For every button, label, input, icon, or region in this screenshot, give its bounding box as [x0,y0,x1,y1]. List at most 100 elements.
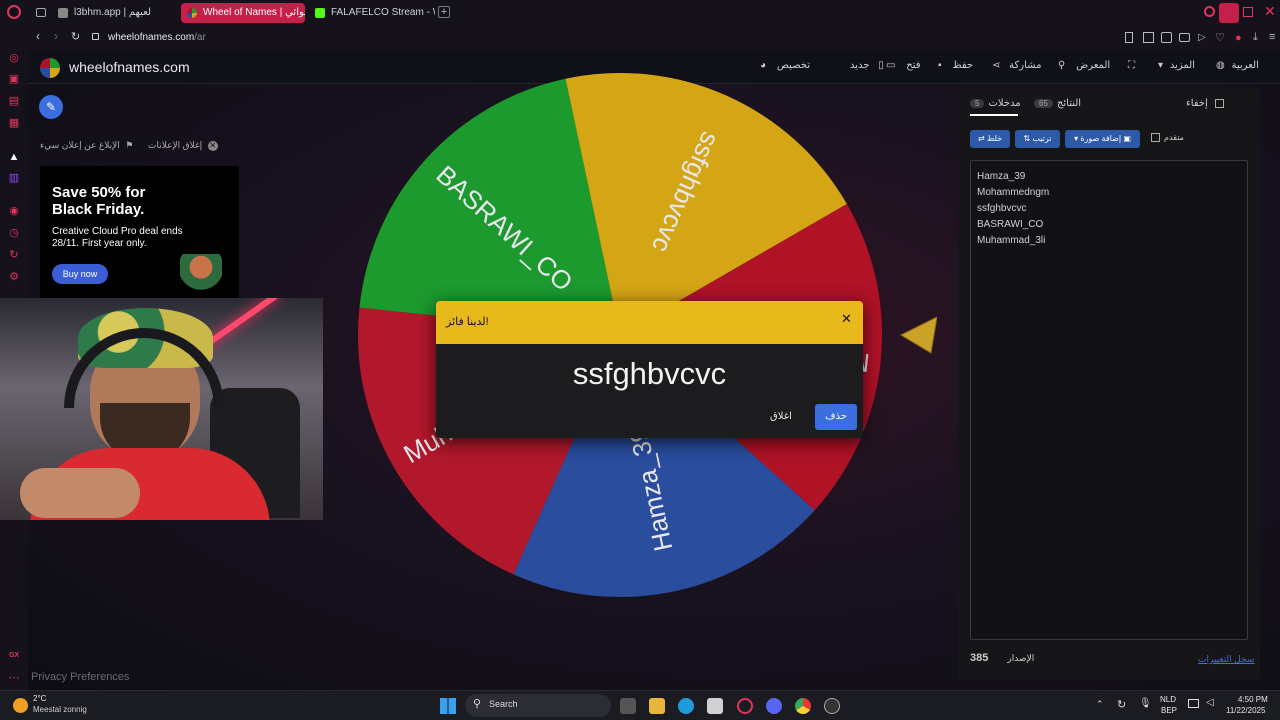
close-window-button[interactable]: ✕ [1264,3,1276,20]
opera-menu-icon[interactable] [7,5,21,19]
keyboard-lang-1[interactable]: NLD [1160,695,1176,704]
reload-icon[interactable]: ↻ [71,30,80,43]
obs-icon[interactable] [824,698,840,714]
download-icon[interactable]: ⤓ [1253,31,1258,44]
nav-language[interactable]: ◍ العربية [1216,60,1259,71]
dialog-close-button[interactable]: اغلاق [770,411,792,422]
wheel-pointer-icon [899,316,937,354]
hide-checkbox[interactable]: إخفاء [1186,98,1224,109]
ad-cta-button[interactable]: Buy now [52,264,108,284]
discord-icon[interactable] [766,698,782,714]
tab-results[interactable]: 65 النتائج [1034,98,1081,109]
nav-open[interactable]: ▭ فتح [886,60,921,71]
tab-entries[interactable]: 5 مدخلات [970,98,1021,109]
url-field[interactable]: wheelofnames.com/ar [108,30,608,46]
arc-icon[interactable]: ▲ [8,151,20,163]
weather-sun-icon[interactable] [13,698,28,713]
entries-textarea[interactable]: Hamza_39 Mohammedngm ssfghbvcvc BASRAWI_… [970,160,1248,640]
checkbox-icon [1214,98,1224,108]
ad-body: Creative Cloud Pro deal ends 28/11. Firs… [52,226,183,249]
shopping-icon[interactable]: ▣ [8,73,20,85]
version-info: 385 الإصدار [970,652,1035,664]
l3bhm-favicon-icon [58,8,68,18]
nav-more[interactable]: ▾ المزيد [1158,60,1195,71]
address-bar: ‹ › ↻ wheelofnames.com/ar ▷ ♡ ● ⤓ ≡ [28,26,1280,50]
image-icon: ▣ [1123,134,1131,143]
more-sidebar-icon[interactable]: ⋯ [8,672,20,684]
tab-menu-icon[interactable] [36,8,46,17]
tray-chevron-icon[interactable]: ⌃ [1096,699,1104,710]
changelog-link[interactable]: سجل التغييرات [1198,654,1254,665]
forward-icon[interactable]: › [54,29,58,43]
tray-mic-icon[interactable]: 🎙︎ [1139,698,1152,709]
tab-wheel-of-names[interactable]: Wheel of Names | عشوائي [181,3,305,23]
tab-falafelco-stream[interactable]: FALAFELCO Stream - Wat [309,3,435,23]
advertisement[interactable]: Save 50% for Black Friday. Creative Clou… [40,166,239,298]
add-image-button[interactable]: ▾ إضافة صورة ▣ [1065,130,1140,148]
snapshot-icon[interactable] [1143,32,1154,43]
minimize-button[interactable] [1219,3,1239,23]
privacy-preferences-link[interactable]: Privacy Preferences [31,671,129,683]
account-icon[interactable]: ● [1235,32,1242,44]
winner-name: ssfghbvcvc [572,356,727,391]
entry-item: ssfghbvcvc [977,203,1027,214]
nav-share[interactable]: ⋖ مشاركة [992,60,1041,71]
fullscreen-icon[interactable]: ⛶ [1128,60,1135,71]
taskbar-search[interactable]: ⚲ Search [465,694,611,717]
new-tab-icon[interactable]: + [438,6,450,18]
gx-icon[interactable]: GX [8,650,20,662]
network-icon[interactable] [1188,699,1199,708]
shuffle-button[interactable]: ⇄ خلط [970,130,1010,148]
advanced-checkbox[interactable]: متقدم [1151,133,1184,143]
weather-temp: 2°C [33,694,47,703]
close-ads-link[interactable]: إغلاق الإعلانات ✕ [148,140,218,151]
site-logo-text[interactable]: wheelofnames.com [69,59,190,75]
entry-item: Hamza_39 [977,171,1026,182]
clock-time[interactable]: 4:50 PM [1238,695,1268,704]
checkbox-icon [1151,133,1160,143]
back-icon[interactable]: ‹ [36,29,40,43]
close-dialog-icon[interactable]: ✕ [841,311,852,327]
chrome-icon[interactable] [795,698,811,714]
nav-gallery[interactable]: ⚲ المعرض [1058,60,1110,71]
task-view-icon[interactable] [620,698,636,714]
shuffle-icon: ⇄ [977,134,985,143]
edit-pencil-button[interactable]: ✎ [39,95,63,119]
report-ad-link[interactable]: الإبلاغ عن إعلان سيء ⚑ [40,140,133,151]
tray-sync-icon[interactable]: ↻ [1117,698,1126,711]
windows-start-icon[interactable] [440,698,456,714]
opera-gx-icon[interactable] [737,698,753,714]
nav-save[interactable]: ▪ حفظ [938,60,973,71]
easy-setup-icon[interactable]: ≡ [1269,31,1275,43]
play-icon[interactable]: ▷ [1198,32,1206,43]
settings-icon[interactable]: ⚙ [8,271,20,283]
tab-l3bhm[interactable]: l3bhm.app | لعبهم [52,3,178,23]
extensions-icon[interactable]: ↻ [8,249,20,261]
ad-headline: Save 50% for Black Friday. [52,184,146,218]
sort-button[interactable]: ⇅ ترتيب [1015,130,1060,148]
entry-item: Mohammedngm [977,187,1050,198]
file-explorer-icon[interactable] [649,698,665,714]
browser-tab-bar: l3bhm.app | لعبهم Wheel of Names | عشوائ… [0,0,1280,26]
twitch-icon[interactable]: ▥ [8,172,20,184]
adblock-icon[interactable] [1161,32,1172,43]
camera-icon[interactable] [1179,33,1190,42]
messenger-icon[interactable]: ▤ [8,95,20,107]
store-icon[interactable] [707,698,723,714]
dialog-remove-button[interactable]: حذف [815,404,857,430]
bookmark-icon[interactable] [1125,32,1133,43]
player-icon[interactable]: ◉ [8,205,20,217]
speaker-icon[interactable]: ◁ [1206,697,1214,708]
edge-icon[interactable] [678,698,694,714]
sort-icon: ⇅ [1023,134,1031,143]
opera-ai-icon[interactable]: ◎ [8,52,20,64]
heart-icon[interactable]: ♡ [1215,31,1225,44]
restore-button[interactable] [1243,7,1253,17]
search-icon: ⚲ [473,698,482,710]
chevron-down-icon: ▾ [1158,60,1164,71]
search-tabs-icon[interactable] [1204,6,1215,17]
history-icon[interactable]: ◷ [8,227,20,239]
notes-icon[interactable]: ▦ [8,117,20,129]
clock-date[interactable]: 11/22/2025 [1226,706,1265,715]
site-logo-icon[interactable] [40,58,60,78]
